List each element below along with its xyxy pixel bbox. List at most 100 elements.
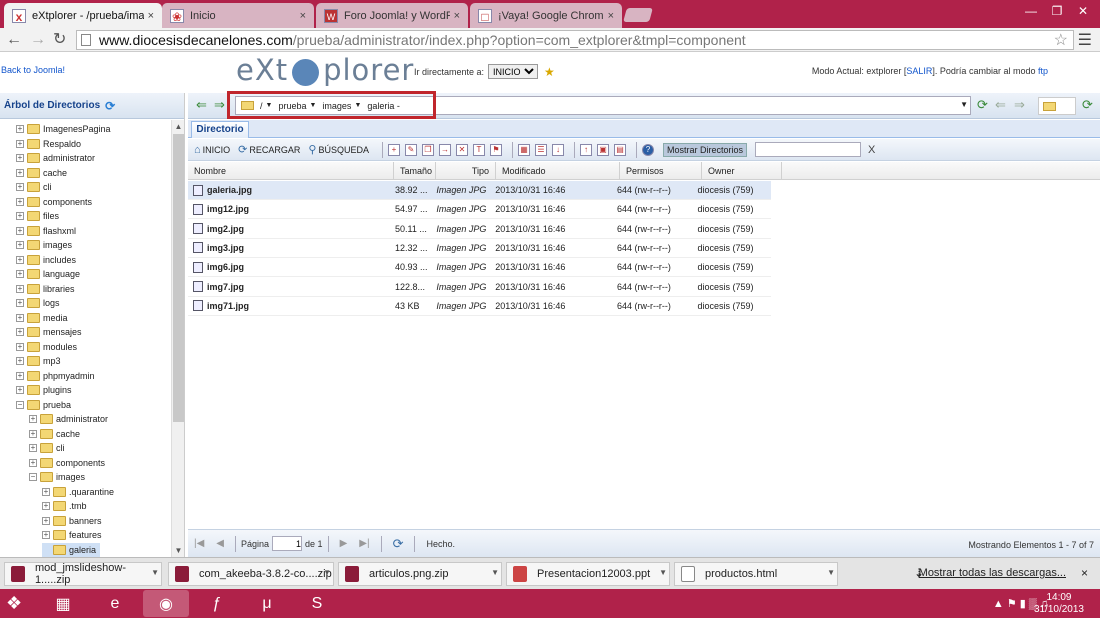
scroll-thumb[interactable] [173, 134, 184, 422]
tree-node[interactable]: + components [29, 456, 105, 470]
tree-node[interactable]: + ImagenesPagina [16, 122, 111, 136]
taskbar-clock[interactable]: 14:09 31/10/2013 [1034, 592, 1084, 616]
browser-tab-vaya[interactable]: □ ¡Vaya! Google Chrome no × [470, 3, 622, 28]
delete-icon[interactable]: ✕ [455, 143, 468, 156]
chevron-down-icon[interactable]: ▼ [827, 568, 835, 577]
reload-button[interactable]: ⟳ RECARGAR [238, 143, 300, 156]
tree-node[interactable]: + cli [29, 441, 65, 455]
close-tab-icon[interactable]: × [454, 10, 460, 22]
chrome-menu-icon[interactable]: ☰ [1078, 30, 1092, 50]
tree-node[interactable]: + libraries [16, 282, 75, 296]
chmod-icon[interactable]: ⚑ [489, 143, 502, 156]
flash-icon[interactable]: ƒ [194, 590, 240, 617]
expand-toggle-icon[interactable]: + [42, 502, 50, 510]
tree-scrollbar[interactable]: ▲ ▼ [171, 120, 184, 557]
download-item[interactable]: com_akeeba-3.8.2-co....zip ▼ [168, 562, 334, 586]
tree-node[interactable]: + components [16, 195, 92, 209]
col-nombre[interactable]: Nombre [188, 162, 394, 179]
tab-directorio[interactable]: Directorio [191, 121, 249, 138]
download-item[interactable]: mod_jmslideshow-1.....zip ▼ [4, 562, 162, 586]
expand-toggle-icon[interactable]: + [16, 357, 24, 365]
tree-node[interactable]: + .tmb [42, 499, 87, 513]
tree-node[interactable]: galeria [42, 542, 101, 557]
tree-node[interactable]: + cache [16, 166, 67, 180]
col-tipo[interactable]: Tipo [436, 162, 496, 179]
first-page-icon[interactable]: |◀ [194, 538, 204, 549]
expand-toggle-icon[interactable]: + [16, 270, 24, 278]
tree-node[interactable]: − images [29, 470, 85, 484]
browser-tab-foro[interactable]: W Foro Joomla! y WordPress × [316, 3, 468, 28]
tree-node[interactable]: + files [16, 209, 59, 223]
back-to-joomla-link[interactable]: Back to Joomla! [1, 65, 65, 75]
chrome-icon[interactable]: ◉ [143, 590, 189, 617]
edit-icon[interactable]: ✎ [404, 143, 417, 156]
expand-toggle-icon[interactable]: + [16, 241, 24, 249]
expand-toggle-icon[interactable]: + [29, 458, 37, 467]
jump-select[interactable]: INICIO [488, 64, 539, 79]
browser-tab-inicio[interactable]: ❀ Inicio × [162, 3, 314, 28]
expand-toggle-icon[interactable]: + [42, 487, 50, 496]
tree-node[interactable]: + mensajes [16, 325, 82, 339]
expand-toggle-icon[interactable]: + [16, 168, 24, 177]
show-all-downloads-link[interactable]: Mostrar todas las descargas... [919, 567, 1066, 579]
table-row[interactable]: img3.jpg 12.32 ... Imagen JPG 2013/10/31 16… [188, 239, 771, 258]
new-tab-button[interactable] [623, 8, 653, 22]
table-row[interactable]: img71.jpg 43 KB Imagen JPG 2013/10/31 16:46… [188, 297, 771, 316]
refresh-path-icon[interactable]: ⟳ [977, 97, 988, 113]
folder-view-button[interactable] [1038, 97, 1076, 115]
expand-toggle-icon[interactable]: + [16, 328, 24, 336]
tree-node[interactable]: + flashxml [16, 224, 76, 238]
chevron-down-icon[interactable]: ▼ [659, 568, 667, 577]
star-go-icon[interactable]: ★ [544, 65, 555, 79]
expand-toggle-icon[interactable]: + [16, 299, 24, 307]
chevron-down-icon[interactable]: ▼ [323, 568, 331, 577]
expand-toggle-icon[interactable]: + [16, 284, 24, 293]
windows-start-icon[interactable]: ❖ [6, 593, 22, 614]
expand-toggle-icon[interactable]: + [16, 255, 24, 264]
view-icon[interactable]: ▦ [517, 143, 530, 156]
ftp-mode-link[interactable]: ftp [1038, 66, 1048, 76]
col-tamano[interactable]: Tamaño [394, 162, 436, 179]
expand-toggle-icon[interactable]: + [16, 197, 24, 206]
scroll-up-icon[interactable]: ▲ [172, 120, 185, 133]
close-downloads-icon[interactable]: × [1081, 566, 1088, 580]
scroll-down-icon[interactable]: ▼ [172, 544, 185, 557]
copy-icon[interactable]: ❐ [421, 143, 434, 156]
table-row[interactable]: img6.jpg 40.93 ... Imagen JPG 2013/10/31 16… [188, 258, 771, 278]
tree-node[interactable]: + administrator [29, 412, 108, 426]
chevron-down-icon[interactable]: ▼ [960, 100, 968, 109]
rename-icon[interactable]: T [472, 143, 485, 156]
page-input[interactable] [272, 536, 303, 551]
refresh-page-icon[interactable]: ⟳ [393, 536, 404, 552]
tree-node[interactable]: + mp3 [16, 354, 61, 368]
chevron-down-icon[interactable]: ▼ [151, 568, 159, 577]
tree-node[interactable]: + media [16, 311, 68, 325]
internet-explorer-icon[interactable]: e [92, 590, 138, 617]
col-permisos[interactable]: Permisos [620, 162, 702, 179]
tree-node[interactable]: + includes [16, 253, 76, 267]
expand-toggle-icon[interactable]: + [16, 386, 24, 394]
minimize-window-icon[interactable]: — [1018, 4, 1044, 18]
tree-node[interactable]: + images [16, 238, 72, 252]
chevron-down-icon[interactable]: ▼ [491, 568, 499, 577]
expand-toggle-icon[interactable]: − [29, 473, 37, 481]
search-button[interactable]: ⚲ BÚSQUEDA [308, 143, 369, 156]
download-item[interactable]: articulos.png.zip ▼ [338, 562, 502, 586]
close-window-icon[interactable]: ✕ [1070, 4, 1096, 18]
tree-node[interactable]: + language [16, 267, 80, 281]
table-row[interactable]: img2.jpg 50.11 ... Imagen JPG 2013/10/31 16… [188, 220, 771, 239]
forward-path-icon[interactable]: ⇒ [1014, 97, 1025, 113]
utorrent-icon[interactable]: μ [244, 590, 290, 617]
tree-node[interactable]: + Respaldo [16, 137, 81, 151]
back-path-icon[interactable]: ⇐ [995, 97, 1006, 113]
forward-path-icon[interactable]: ⇒ [214, 97, 225, 113]
col-owner[interactable]: Owner [702, 162, 782, 179]
expand-toggle-icon[interactable]: + [16, 154, 24, 162]
refresh-tree-icon[interactable]: ⟳ [105, 99, 115, 113]
tree-node[interactable]: + features [42, 528, 102, 542]
expand-toggle-icon[interactable]: + [16, 226, 24, 235]
help-icon[interactable]: ? [641, 143, 654, 156]
col-modificado[interactable]: Modificado [496, 162, 620, 179]
tree-node[interactable]: + logs [16, 296, 60, 310]
download-item[interactable]: Presentacion12003.ppt ▼ [506, 562, 670, 586]
